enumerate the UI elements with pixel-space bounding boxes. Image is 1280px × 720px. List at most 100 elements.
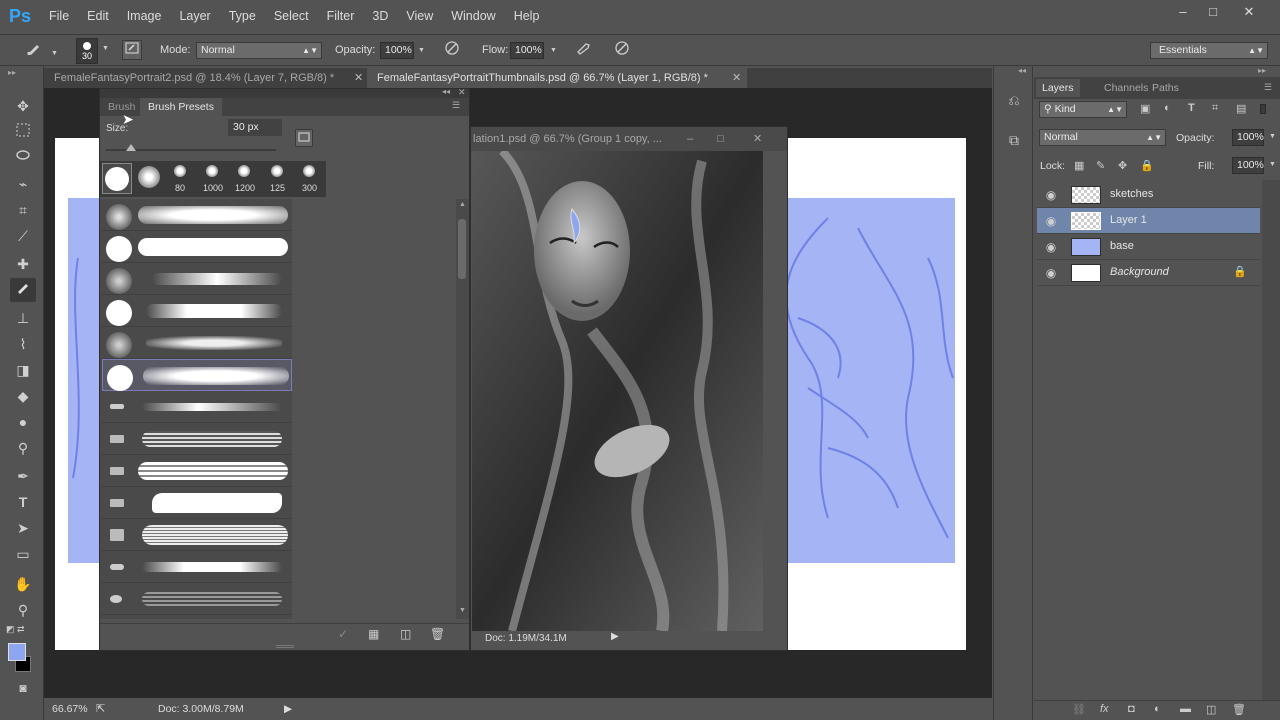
quick-size-selected[interactable]	[102, 163, 132, 194]
quick-selection-tool-icon[interactable]: ⌁	[10, 172, 36, 196]
close-icon[interactable]: ✕	[753, 127, 762, 151]
default-colors-icon[interactable]: ◩ ⇄	[6, 624, 25, 635]
menu-layer[interactable]: Layer	[170, 0, 219, 32]
dodge-tool-icon[interactable]: ⚲	[10, 436, 36, 460]
tab-brush-presets[interactable]: Brush Presets	[140, 98, 222, 116]
list-item[interactable]	[102, 519, 292, 551]
lock-transparent-icon[interactable]: ▦	[1074, 159, 1084, 172]
menu-window[interactable]: Window	[442, 0, 504, 32]
visibility-eye-icon[interactable]: ◉	[1043, 187, 1059, 203]
soft-tip-80-icon[interactable]	[174, 165, 186, 177]
panel-menu-icon[interactable]: ☰	[1264, 82, 1272, 93]
menu-3d[interactable]: 3D	[363, 0, 397, 32]
menu-file[interactable]: File	[40, 0, 78, 32]
minimize-button[interactable]: –	[1168, 4, 1198, 20]
move-tool-icon[interactable]: ✥	[10, 94, 36, 118]
visibility-eye-icon[interactable]: ◉	[1043, 239, 1059, 255]
close-panel-icon[interactable]: ✕	[458, 87, 466, 98]
brush-tool-icon[interactable]	[10, 278, 36, 302]
list-item[interactable]	[102, 391, 292, 423]
menu-image[interactable]: Image	[118, 0, 171, 32]
properties-panel-icon[interactable]: ⧉	[1004, 132, 1024, 152]
link-layers-icon[interactable]: ⛓	[1072, 703, 1086, 716]
menu-edit[interactable]: Edit	[78, 0, 118, 32]
soft-tip-1000-icon[interactable]	[206, 165, 218, 177]
close-button[interactable]: ✕	[1234, 4, 1264, 20]
zoom-tool-icon[interactable]: ⚲	[10, 598, 36, 622]
new-layer-icon[interactable]: ◫	[1206, 703, 1216, 716]
layer-row-background[interactable]: ◉ Background 🔒	[1037, 260, 1260, 286]
collapse-toolbar-icon[interactable]: ▸▸	[8, 68, 16, 77]
flow-input[interactable]: 100%	[510, 42, 544, 59]
preset-manager-icon[interactable]: ▦	[368, 627, 379, 641]
collapse-panel-icon[interactable]: ▸▸	[1258, 66, 1266, 75]
collapse-dock-icon[interactable]: ◂◂	[1018, 66, 1026, 75]
minimize-icon[interactable]: –	[687, 127, 693, 151]
layers-scrollbar[interactable]	[1262, 180, 1280, 700]
layer-row-layer-1[interactable]: ◉ Layer 1	[1037, 208, 1260, 234]
layer-filter-dropdown[interactable]: ⚲ Kind ▲▼	[1039, 101, 1127, 118]
path-selection-tool-icon[interactable]: ➤	[10, 516, 36, 540]
new-group-icon[interactable]: ▬	[1180, 703, 1191, 715]
list-item[interactable]	[102, 551, 292, 583]
delete-preset-icon[interactable]: 🗑	[430, 627, 445, 641]
eraser-tool-icon[interactable]: ◨	[10, 358, 36, 382]
visibility-eye-icon[interactable]: ◉	[1043, 265, 1059, 281]
brush-preset-picker[interactable]: 30	[76, 38, 98, 64]
pen-tool-icon[interactable]: ✒	[10, 464, 36, 488]
lock-all-icon[interactable]: 🔒	[1140, 159, 1154, 172]
export-icon[interactable]: ⇱	[96, 698, 105, 720]
marquee-tool-icon[interactable]	[10, 120, 36, 144]
pressure-size-icon[interactable]	[612, 40, 632, 60]
lasso-tool-icon[interactable]	[10, 146, 36, 170]
quick-mask-icon[interactable]: ◙	[10, 676, 36, 700]
list-item[interactable]	[102, 231, 292, 263]
tab-close-icon[interactable]: ✕	[732, 68, 741, 88]
type-tool-icon[interactable]: T	[10, 490, 36, 514]
foreground-color-swatch[interactable]	[8, 643, 26, 661]
tab-paths[interactable]: Paths	[1146, 79, 1185, 97]
size-slider-handle[interactable]	[126, 144, 136, 151]
layer-row-sketches[interactable]: ◉ sketches	[1037, 182, 1260, 208]
history-panel-icon[interactable]: ⎌	[1004, 92, 1024, 112]
layer-row-base[interactable]: ◉ base	[1037, 234, 1260, 260]
scroll-thumb[interactable]	[458, 219, 466, 279]
workspace-dropdown[interactable]: Essentials ▲▼	[1150, 42, 1268, 59]
list-item[interactable]	[102, 487, 292, 519]
scroll-up-icon[interactable]: ▲	[459, 201, 466, 208]
collapse-panel-icon[interactable]: ◂◂	[442, 87, 450, 96]
opacity-arrow-icon[interactable]: ▼	[1269, 133, 1276, 140]
visibility-eye-icon[interactable]: ◉	[1043, 213, 1059, 229]
filter-smart-object-icon[interactable]: ▤	[1236, 102, 1246, 115]
menu-view[interactable]: View	[397, 0, 442, 32]
list-item[interactable]	[102, 455, 292, 487]
floating-document-titlebar[interactable]: lation1.psd @ 66.7% (Group 1 copy, ... –…	[471, 127, 787, 151]
paint-bucket-tool-icon[interactable]: ◆	[10, 384, 36, 408]
new-preset-icon[interactable]: ◫	[400, 627, 411, 641]
menu-filter[interactable]: Filter	[318, 0, 364, 32]
eyedropper-tool-icon[interactable]: ⟋	[10, 224, 36, 248]
status-menu-arrow-icon[interactable]: ▶	[284, 698, 292, 720]
lock-image-icon[interactable]: ✎	[1096, 159, 1105, 172]
zoom-level[interactable]: 66.67%	[52, 698, 88, 720]
soft-round-tip-icon[interactable]	[138, 166, 160, 188]
resize-grip-icon[interactable]	[276, 645, 294, 648]
list-item[interactable]	[102, 583, 292, 615]
flow-arrow-icon[interactable]: ▼	[550, 47, 557, 54]
tab-close-icon[interactable]: ✕	[354, 68, 363, 88]
list-item[interactable]	[102, 295, 292, 327]
tool-preset-arrow-icon[interactable]: ▼	[51, 50, 58, 57]
tab-layers[interactable]: Layers	[1036, 79, 1080, 97]
filter-adjustment-icon[interactable]: ◐	[1164, 102, 1171, 114]
tab-document-1[interactable]: FemaleFantasyPortrait2.psd @ 18.4% (Laye…	[44, 68, 366, 88]
filter-pixel-icon[interactable]: ▣	[1140, 102, 1150, 115]
clone-stamp-tool-icon[interactable]: ⊥	[10, 306, 36, 330]
panel-menu-icon[interactable]: ☰	[452, 100, 460, 111]
brush-panel-toggle-icon[interactable]	[122, 40, 142, 60]
layer-opacity-input[interactable]: 100%	[1232, 129, 1264, 146]
list-item[interactable]	[102, 199, 292, 231]
soft-tip-300-icon[interactable]	[303, 165, 315, 177]
menu-help[interactable]: Help	[505, 0, 549, 32]
list-item[interactable]	[102, 423, 292, 455]
lock-position-icon[interactable]: ✥	[1118, 159, 1127, 172]
